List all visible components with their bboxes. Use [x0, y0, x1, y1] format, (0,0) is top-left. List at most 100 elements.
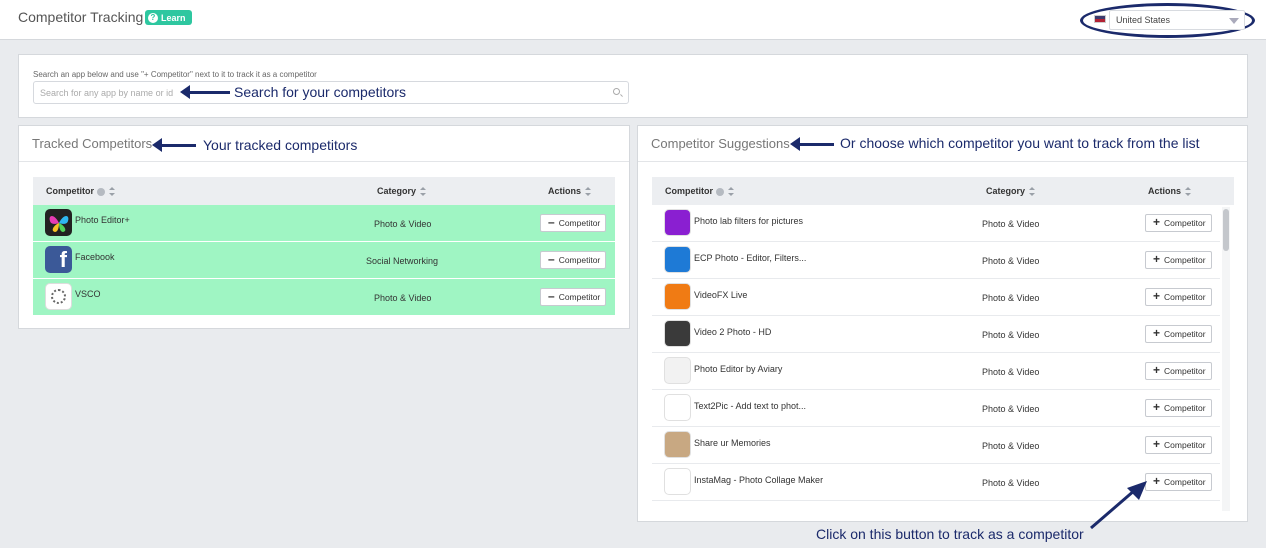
plus-icon: + [1153, 326, 1161, 340]
sort-icon [1185, 187, 1192, 197]
app-name: Photo lab filters for pictures [694, 216, 804, 226]
search-icon [613, 88, 620, 95]
tracked-annotation-arrow [152, 138, 196, 152]
plus-icon: + [1153, 437, 1161, 451]
plus-icon: + [1153, 289, 1161, 303]
top-bar: Competitor Tracking ? Learn United State… [0, 0, 1266, 40]
app-category: Photo & Video [982, 219, 1040, 229]
table-row: VideoFX Live Photo & Video + Competitor [652, 279, 1220, 316]
scrollbar-thumb[interactable] [1223, 209, 1229, 251]
table-row: Share ur Memories Photo & Video + Competito… [652, 427, 1220, 464]
ecp-icon [664, 246, 691, 273]
suggestions-table-header: Competitor Category Actions [652, 177, 1234, 205]
remove-competitor-button[interactable]: – Competitor [540, 288, 607, 306]
butterfly-icon [45, 209, 72, 236]
app-name: Photo Editor+ [75, 215, 130, 225]
memories-icon [664, 431, 691, 458]
question-icon: ? [148, 12, 158, 23]
suggestions-annotation-arrow [790, 137, 834, 151]
plus-icon: + [1153, 400, 1161, 414]
learn-button[interactable]: ? Learn [145, 10, 192, 25]
app-category: Photo & Video [982, 330, 1040, 340]
app-name: Video 2 Photo - HD [694, 327, 772, 337]
minus-icon: – [548, 215, 555, 229]
column-category[interactable]: Category [986, 186, 1036, 197]
table-row: ECP Photo - Editor, Filters... Photo & Vi… [652, 242, 1220, 279]
button-annotation: Click on this button to track as a compe… [816, 526, 1084, 542]
table-row: VSCO Photo & Video – Competitor [33, 279, 615, 316]
add-competitor-button[interactable]: + Competitor [1145, 436, 1212, 454]
app-category: Photo & Video [982, 367, 1040, 377]
photo-lab-icon [664, 209, 691, 236]
table-row: Photo Editor+ Photo & Video – Competitor [33, 205, 615, 242]
info-icon [716, 187, 724, 196]
sort-icon [1029, 187, 1036, 197]
app-category: Photo & Video [982, 404, 1040, 414]
suggestions-annotation: Or choose which competitor you want to t… [840, 135, 1200, 151]
suggestions-scrollbar[interactable] [1222, 207, 1230, 511]
search-panel: Search an app below and use "+ Competito… [18, 54, 1248, 118]
app-name: Facebook [75, 252, 115, 262]
search-hint: Search an app below and use "+ Competito… [33, 70, 317, 79]
sort-icon [585, 187, 592, 197]
button-annotation-arrow [1090, 481, 1147, 530]
column-competitor[interactable]: Competitor [46, 186, 115, 197]
column-actions[interactable]: Actions [548, 186, 592, 197]
app-name: Photo Editor by Aviary [694, 364, 783, 374]
facebook-icon: f [45, 246, 72, 273]
add-competitor-button[interactable]: + Competitor [1145, 288, 1212, 306]
info-icon [97, 187, 105, 196]
country-value: United States [1116, 15, 1171, 25]
fx-icon [664, 283, 691, 310]
app-category: Photo & Video [982, 478, 1040, 488]
column-competitor[interactable]: Competitor [665, 186, 734, 197]
add-competitor-button[interactable]: + Competitor [1145, 399, 1212, 417]
app-name: Text2Pic - Add text to phot... [694, 401, 807, 411]
learn-label: Learn [161, 12, 186, 23]
vsco-icon [45, 283, 72, 310]
competitor-suggestions-panel: Competitor Suggestions Competitor Catego… [637, 125, 1248, 522]
table-row: Video 2 Photo - HD Photo & Video + Competit… [652, 316, 1220, 353]
remove-competitor-button[interactable]: – Competitor [540, 214, 607, 232]
aviary-icon [664, 357, 691, 384]
app-name: Share ur Memories [694, 438, 771, 448]
app-category: Photo & Video [982, 293, 1040, 303]
sort-icon [728, 187, 734, 197]
page-title: Competitor Tracking [18, 9, 144, 25]
tracked-annotation: Your tracked competitors [203, 137, 358, 153]
search-annotation-arrow [180, 85, 230, 99]
chevron-down-icon [1229, 18, 1239, 24]
minus-icon: – [548, 252, 555, 266]
app-category: Photo & Video [374, 219, 432, 229]
add-competitor-button[interactable]: + Competitor [1145, 325, 1212, 343]
country-select[interactable]: United States [1109, 10, 1245, 30]
sort-icon [109, 187, 115, 197]
app-name: VideoFX Live [694, 290, 748, 300]
tracked-competitors-panel: Tracked Competitors Competitor Category … [18, 125, 630, 329]
plus-icon: + [1153, 363, 1161, 377]
add-competitor-button[interactable]: + Competitor [1145, 251, 1212, 269]
remove-competitor-button[interactable]: – Competitor [540, 251, 607, 269]
table-row: f Facebook Social Networking – Competitor [33, 242, 615, 279]
us-flag-icon [1094, 15, 1106, 23]
instamag-icon [664, 468, 691, 495]
add-competitor-button[interactable]: + Competitor [1145, 362, 1212, 380]
plus-icon: + [1153, 215, 1161, 229]
add-competitor-button[interactable]: + Competitor [1145, 214, 1212, 232]
app-category: Photo & Video [982, 256, 1040, 266]
table-row: Text2Pic - Add text to phot... Photo & Vi… [652, 390, 1220, 427]
tracked-table-header: Competitor Category Actions [33, 177, 615, 205]
plus-icon: + [1153, 252, 1161, 266]
table-row: Photo Editor by Aviary Photo & Video + Comp… [652, 353, 1220, 390]
table-row: Photo lab filters for pictures Photo & Vi… [652, 205, 1220, 242]
app-category: Photo & Video [982, 441, 1040, 451]
app-category: Social Networking [366, 256, 439, 266]
app-name: VSCO [75, 289, 101, 299]
column-category[interactable]: Category [377, 186, 427, 197]
column-actions[interactable]: Actions [1148, 186, 1192, 197]
sort-icon [420, 187, 427, 197]
video2photo-icon [664, 320, 691, 347]
text2pic-icon [664, 394, 691, 421]
app-name: InstaMag - Photo Collage Maker [694, 475, 824, 485]
search-annotation: Search for your competitors [234, 84, 406, 100]
